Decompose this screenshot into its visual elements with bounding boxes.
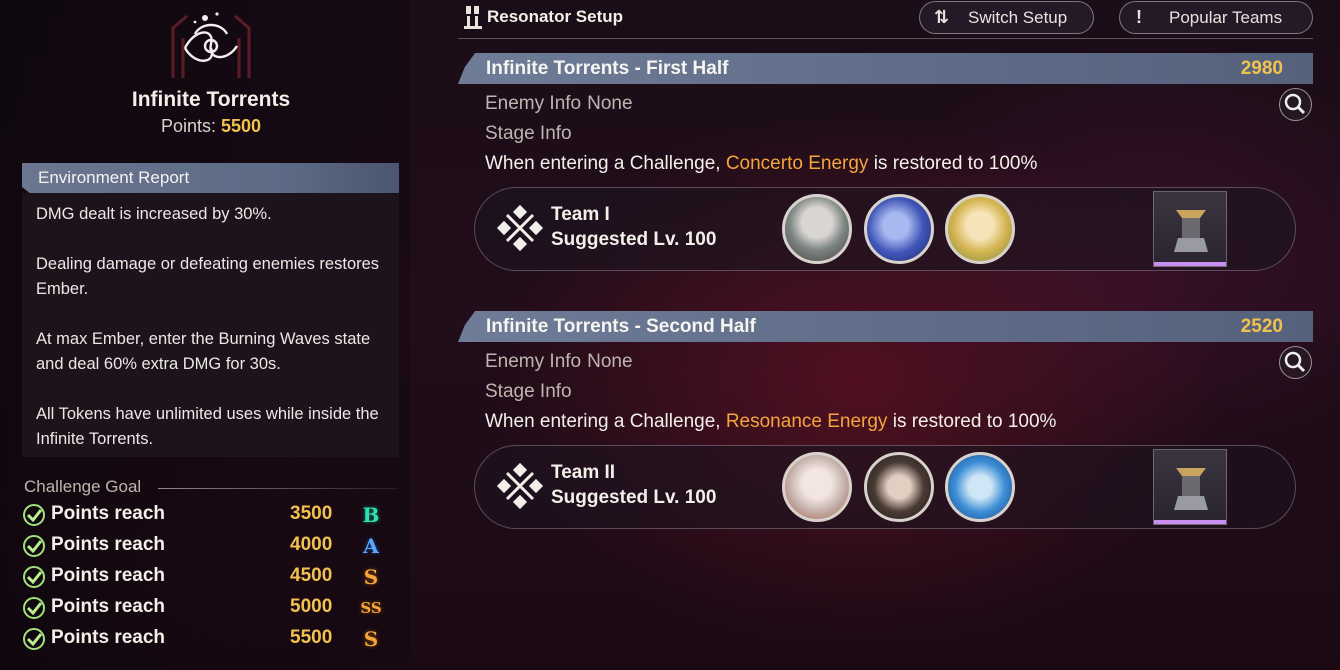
resonator-avatar[interactable] [945,452,1015,522]
search-icon [1284,93,1306,115]
points-value: 5500 [221,116,262,136]
environment-report-header: Environment Report [22,163,399,193]
left-panel: Infinite Torrents Points: 5500 Environme… [0,0,410,670]
team-emblem-icon [496,204,544,252]
echo-rarity-bar [1154,262,1226,266]
rank-badge-sss: S [363,627,379,651]
environment-paragraph: Dealing damage or defeating enemies rest… [36,255,380,298]
check-icon [23,504,45,526]
team-emblem-icon [496,462,544,510]
rank-badge-ss: SS [360,599,382,617]
environment-paragraph: All Tokens have unlimited uses while ins… [36,405,379,448]
stage-info-label: Stage Info [485,123,572,144]
resonator-avatar[interactable] [782,452,852,522]
goal-value: 5500 [290,627,333,648]
stage-title: Infinite Torrents [131,88,291,111]
goal-row: Points reach 4500 S [22,563,392,591]
check-icon [23,535,45,557]
goal-value: 5000 [290,596,333,617]
resonator-icon [464,6,482,29]
echo-slot[interactable] [1153,191,1227,267]
goal-label: Points reach [51,565,166,586]
half-title: Infinite Torrents - Second Half [486,316,756,337]
team-card-2[interactable]: Team II Suggested Lv. 100 [474,445,1296,529]
stage-desc-post: is restored to 100% [892,411,1057,432]
environment-paragraph: At max Ember, enter the Burning Waves st… [36,330,371,373]
goal-row: Points reach 5000 SS [22,594,392,622]
stage-desc-pre: When entering a Challenge, [485,153,721,174]
echo-slot[interactable] [1153,449,1227,525]
echo-icon [1174,468,1208,510]
enemy-details-button[interactable] [1279,346,1312,379]
stage-desc-highlight: Concerto Energy [725,153,869,174]
team-name: Team I [551,204,610,225]
half-score: 2520 [1240,316,1283,337]
popular-teams-label: Popular Teams [1169,8,1283,27]
goal-row: Points reach 3500 B [22,501,392,529]
stage-desc-highlight: Resonance Energy [725,411,888,432]
rank-badge-s: S [363,565,379,589]
team-name: Team II [551,462,616,483]
stage-points: Points: 5500 [0,116,422,137]
rank-badge-a: A [363,534,379,558]
stage-desc-pre: When entering a Challenge, [485,411,721,432]
challenge-goal-title: Challenge Goal [24,477,142,496]
goal-value: 4500 [290,565,333,586]
stage-description: When entering a Challenge, Resonance Ene… [485,411,1056,433]
echo-icon [1174,210,1208,252]
points-label: Points: [160,116,216,136]
popular-teams-button[interactable]: ! Popular Teams [1119,1,1313,34]
search-icon [1284,351,1306,373]
goal-label: Points reach [51,503,166,524]
enemy-info-label: Enemy Info [485,93,582,114]
environment-report-body[interactable]: DMG dealt is increased by 30%. Dealing d… [22,193,399,457]
team-level: Suggested Lv. 100 [551,229,717,250]
divider [158,488,398,489]
half-title: Infinite Torrents - First Half [486,58,729,79]
half-score: 2980 [1240,58,1283,79]
enemy-info-value: None [587,93,633,114]
stage-info-label: Stage Info [485,381,572,402]
enemy-details-button[interactable] [1279,88,1312,121]
team-card-1[interactable]: Team I Suggested Lv. 100 [474,187,1296,271]
switch-setup-button[interactable]: ⇅ Switch Setup [919,1,1094,34]
check-icon [23,597,45,619]
goal-label: Points reach [51,627,166,648]
second-half-header: Infinite Torrents - Second Half 2520 [458,311,1313,342]
goal-value: 4000 [290,534,333,555]
stage-description: When entering a Challenge, Concerto Ener… [485,153,1037,175]
enemy-info-label: Enemy Info [485,351,582,372]
environment-paragraph: DMG dealt is increased by 30%. [36,205,272,223]
team-level: Suggested Lv. 100 [551,487,717,508]
check-icon [23,628,45,650]
resonator-avatar[interactable] [945,194,1015,264]
resonator-setup-title: Resonator Setup [487,7,624,26]
resonator-avatar[interactable] [864,452,934,522]
goal-row: Points reach 5500 S [22,625,392,653]
enemy-info: Enemy Info None [485,351,633,373]
exclamation-icon: ! [1136,7,1142,27]
switch-icon: ⇅ [934,7,950,27]
echo-rarity-bar [1154,520,1226,524]
stage-desc-post: is restored to 100% [873,153,1038,174]
goal-value: 3500 [290,503,333,524]
enemy-info-value: None [587,351,633,372]
first-half-header: Infinite Torrents - First Half 2980 [458,53,1313,84]
resonator-avatar[interactable] [864,194,934,264]
switch-setup-label: Switch Setup [968,8,1068,27]
divider [458,38,1313,39]
goal-row: Points reach 4000 A [22,532,392,560]
tower-emblem-icon [171,12,251,78]
check-icon [23,566,45,588]
enemy-info: Enemy Info None [485,93,633,115]
rank-badge-b: B [362,503,380,527]
environment-report-title: Environment Report [38,168,190,187]
goal-label: Points reach [51,596,166,617]
goal-label: Points reach [51,534,166,555]
resonator-avatar[interactable] [782,194,852,264]
